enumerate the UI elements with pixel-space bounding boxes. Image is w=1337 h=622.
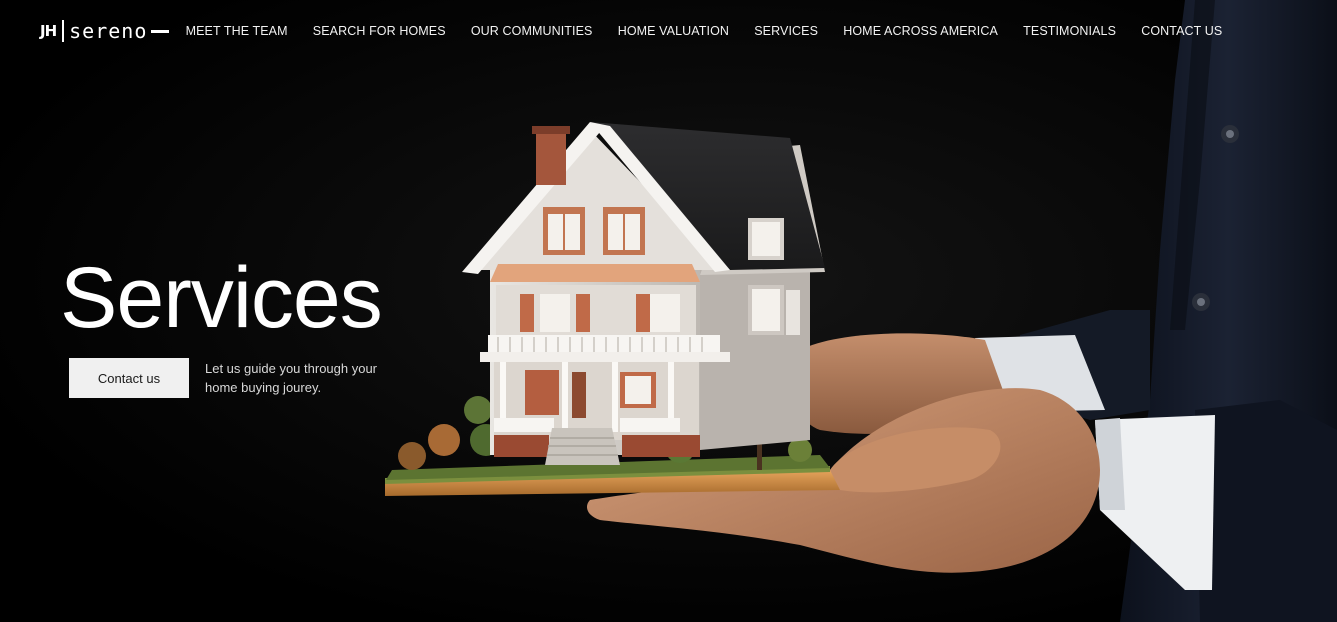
site-logo[interactable]: JH sereno bbox=[40, 16, 170, 46]
logo-divider bbox=[62, 20, 65, 42]
logo-monogram: JH bbox=[40, 22, 57, 40]
nav-link-meet-the-team[interactable]: MEET THE TEAM bbox=[173, 20, 300, 42]
nav-link-contact-us[interactable]: CONTACT US bbox=[1129, 20, 1235, 42]
logo-dash bbox=[151, 29, 170, 33]
hero-tagline: Let us guide you through your home buyin… bbox=[205, 361, 378, 395]
nav-link-our-communities[interactable]: OUR COMMUNITIES bbox=[458, 20, 605, 42]
page-title: Services bbox=[60, 250, 383, 346]
contact-us-button[interactable]: Contact us bbox=[69, 358, 189, 398]
nav-link-search-for-homes[interactable]: SEARCH FOR HOMES bbox=[300, 20, 458, 42]
nav-link-testimonials[interactable]: TESTIMONIALS bbox=[1011, 20, 1129, 42]
nav-link-home-across-america[interactable]: HOME ACROSS AMERICA bbox=[831, 20, 1011, 42]
nav-link-home-valuation[interactable]: HOME VALUATION bbox=[605, 20, 742, 42]
main-nav: MEET THE TEAM SEARCH FOR HOMES OUR COMMU… bbox=[173, 20, 1235, 42]
site-header: JH sereno MEET THE TEAM SEARCH FOR HOMES… bbox=[0, 0, 1337, 64]
logo-wordmark: sereno bbox=[69, 19, 148, 43]
nav-link-services[interactable]: SERVICES bbox=[742, 20, 831, 42]
